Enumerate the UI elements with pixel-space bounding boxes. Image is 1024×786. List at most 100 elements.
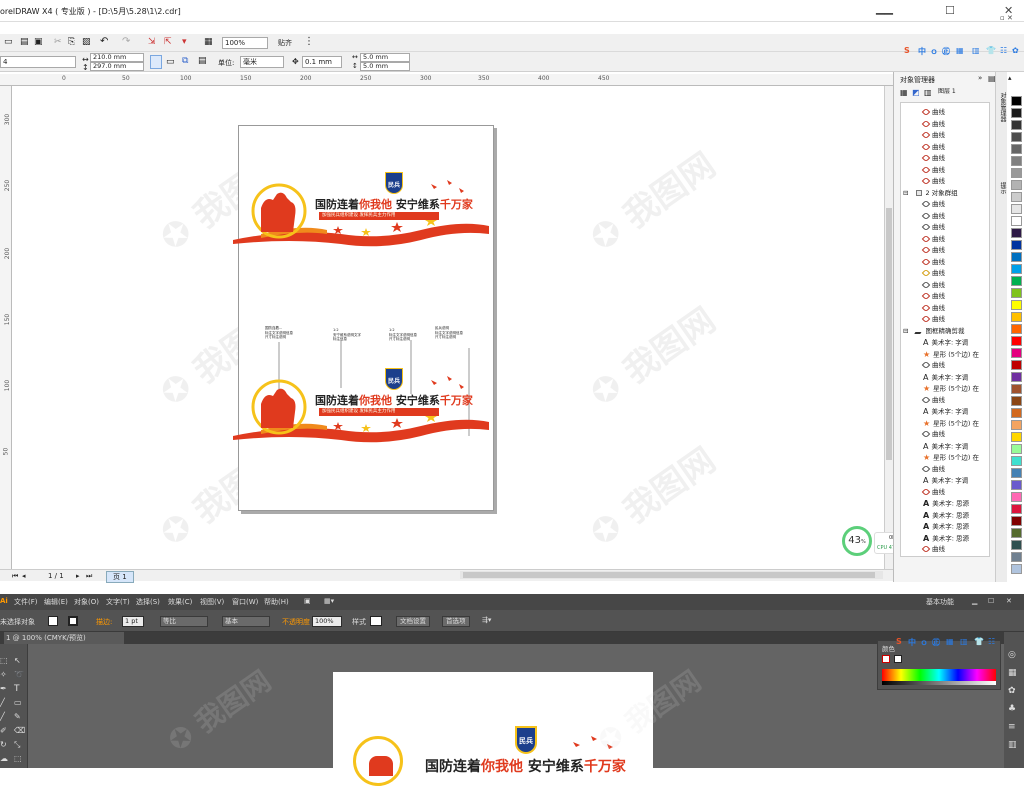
palette-swatch[interactable] <box>1011 252 1022 262</box>
palette-swatch[interactable] <box>1011 276 1022 286</box>
ai-menu-file[interactable]: 文件(F) <box>14 597 38 607</box>
brushes-icon[interactable]: ✿ <box>1008 686 1016 696</box>
ai-menu-edit[interactable]: 编辑(E) <box>44 597 68 607</box>
palette-swatch[interactable] <box>1011 144 1022 154</box>
ime-chinese-toggle[interactable]: 中 <box>918 46 926 57</box>
collapse-toggle-icon[interactable]: ⊟ <box>903 189 908 197</box>
object-tree-row[interactable]: 曲线 <box>921 222 945 233</box>
object-tree-row[interactable]: A 美术字: 字调 <box>923 337 968 348</box>
fill-swatch[interactable] <box>48 616 58 626</box>
palette-swatch[interactable] <box>1011 420 1022 430</box>
scale-tool-icon[interactable]: ⤡ <box>14 740 20 750</box>
palette-swatch[interactable] <box>1011 540 1022 550</box>
brush-select[interactable]: 基本 <box>222 616 270 627</box>
ai-maximize-button[interactable]: ☐ <box>988 597 994 605</box>
palette-swatch[interactable] <box>1011 156 1022 166</box>
preferences-button[interactable]: 首选项 <box>442 616 470 627</box>
page-height-field[interactable]: 297.0 mm <box>90 62 144 71</box>
stroke-label[interactable]: 描边: <box>96 617 112 627</box>
palette-swatch[interactable] <box>1011 456 1022 466</box>
palette-swatch[interactable] <box>1011 528 1022 538</box>
docker-tab-hints[interactable]: 提示 <box>998 182 1007 194</box>
palette-swatch[interactable] <box>1011 552 1022 562</box>
palette-swatch[interactable] <box>1011 300 1022 310</box>
ai-ime-menu-icon[interactable]: ☷ <box>988 637 995 646</box>
direct-selection-icon[interactable]: ↖ <box>14 656 21 665</box>
redo-icon[interactable]: ↷ <box>122 36 130 47</box>
graphic-style-swatch[interactable] <box>370 616 382 626</box>
object-tree-row[interactable]: 曲线 <box>921 303 945 314</box>
swatches-icon[interactable]: ▦ <box>1008 668 1017 678</box>
selection-tool-icon[interactable]: ⬚ <box>0 656 8 665</box>
palette-swatch[interactable] <box>1011 108 1022 118</box>
ai-menu-window[interactable]: 窗口(W) <box>232 597 258 607</box>
stroke-swatch[interactable] <box>68 616 78 626</box>
last-page-button[interactable]: ⏭ <box>86 572 92 581</box>
free-transform-icon[interactable]: ⬚ <box>14 754 22 763</box>
magic-wand-icon[interactable]: ✧ <box>0 670 7 679</box>
object-tree-row[interactable]: 曲线 <box>921 211 945 222</box>
vertical-scroll-thumb[interactable] <box>886 208 892 460</box>
document-page[interactable]: 民兵 国防连着你我他 安宁维系千万家 加强民兵组织建设 发挥民兵主力作用 国防连… <box>233 125 494 511</box>
ai-menu-select[interactable]: 选择(S) <box>136 597 160 607</box>
object-tree-row[interactable]: 曲线 <box>921 245 945 256</box>
undo-icon[interactable]: ↶ <box>100 36 108 47</box>
palette-swatch[interactable] <box>1011 120 1022 130</box>
object-tree-row[interactable]: A 美术字: 字调 <box>923 406 968 417</box>
save-icon[interactable]: ▣ <box>34 37 43 47</box>
palette-swatch[interactable] <box>1011 312 1022 322</box>
palette-swatch[interactable] <box>1011 468 1022 478</box>
ai-artboard[interactable]: 民兵 国防连着你我他 安宁维系千万家 <box>333 672 653 786</box>
object-tree-row[interactable]: 曲线 <box>921 257 945 268</box>
object-tree-row[interactable]: 曲线 <box>921 280 945 291</box>
object-tree-row[interactable]: 曲线 <box>921 291 945 302</box>
docker-tab-objects[interactable]: 对象管理器 <box>998 92 1007 122</box>
ime-menu-icon[interactable]: ☷ <box>1000 46 1007 55</box>
ai-ime-chinese-toggle[interactable]: 中 <box>908 637 916 648</box>
object-tree-row[interactable]: 曲线 <box>921 464 945 475</box>
ai-ime-punct-icon[interactable]: ㊣ <box>932 637 940 648</box>
palette-swatch[interactable] <box>1011 408 1022 418</box>
ai-close-button[interactable]: ✕ <box>1006 597 1012 605</box>
ai-menu-object[interactable]: 对象(O) <box>74 597 99 607</box>
palette-swatch[interactable] <box>1011 204 1022 214</box>
import-icon[interactable]: ⇲ <box>148 37 156 47</box>
object-tree-row[interactable]: ★ 星形 (5个边) 在 <box>923 383 979 394</box>
paste-icon[interactable]: ▨ <box>82 37 91 47</box>
palette-swatch[interactable] <box>1011 288 1022 298</box>
palette-swatch[interactable] <box>1011 444 1022 454</box>
portrait-button[interactable] <box>150 55 162 69</box>
layer-header[interactable]: 图层 1 <box>938 86 956 95</box>
zoom-select[interactable]: 100% <box>222 37 268 49</box>
object-tree-row[interactable]: ⊟ 图框精确剪裁 <box>903 326 964 337</box>
opacity-label[interactable]: 不透明度 <box>282 617 310 627</box>
ai-ime-toolbox-icon[interactable]: ▥ <box>960 637 968 646</box>
ai-menu-effect[interactable]: 效果(C) <box>168 597 192 607</box>
object-tree[interactable]: 曲线 曲线 曲线 曲线 曲线 曲线 曲线 ⊟ 2 对象群组 曲线 曲线 曲线 曲线 曲线 曲线 曲线 曲线 曲线曲… <box>900 102 990 557</box>
palette-swatch[interactable] <box>1011 516 1022 526</box>
object-tree-row[interactable]: 曲线 <box>921 314 945 325</box>
palette-swatch[interactable] <box>1011 192 1022 202</box>
cut-icon[interactable]: ✂ <box>54 37 62 47</box>
lasso-icon[interactable]: ➰ <box>14 670 24 679</box>
palette-swatch[interactable] <box>1011 168 1022 178</box>
rotate-tool-icon[interactable]: ↻ <box>0 740 7 749</box>
object-tree-row[interactable]: 曲线 <box>921 176 945 187</box>
palette-swatch[interactable] <box>1011 348 1022 358</box>
new-icon[interactable]: ▭ <box>4 37 13 47</box>
object-tree-row[interactable]: A 美术字: 思源 <box>923 521 969 532</box>
line-tool-icon[interactable]: ╱ <box>0 698 5 707</box>
object-tree-row[interactable]: ★ 星形 (5个边) 在 <box>923 349 979 360</box>
paper-type-select[interactable]: 4 <box>0 56 76 68</box>
object-tree-row[interactable]: A 美术字: 字调 <box>923 441 968 452</box>
palette-swatch[interactable] <box>1011 240 1022 250</box>
ai-ime-keyboard-icon[interactable]: ▦ <box>946 637 954 646</box>
duplicate-y-field[interactable]: 5.0 mm <box>360 62 410 71</box>
object-tree-row[interactable]: A 美术字: 字调 <box>923 475 968 486</box>
units-select[interactable]: 毫米 <box>240 56 284 68</box>
welcome-icon[interactable]: ▦ <box>204 37 213 47</box>
collapse-toggle-icon[interactable]: ⊟ <box>903 327 908 335</box>
ai-menu-type[interactable]: 文字(T) <box>106 597 130 607</box>
palette-swatch[interactable] <box>1011 228 1022 238</box>
palette-swatch[interactable] <box>1011 360 1022 370</box>
